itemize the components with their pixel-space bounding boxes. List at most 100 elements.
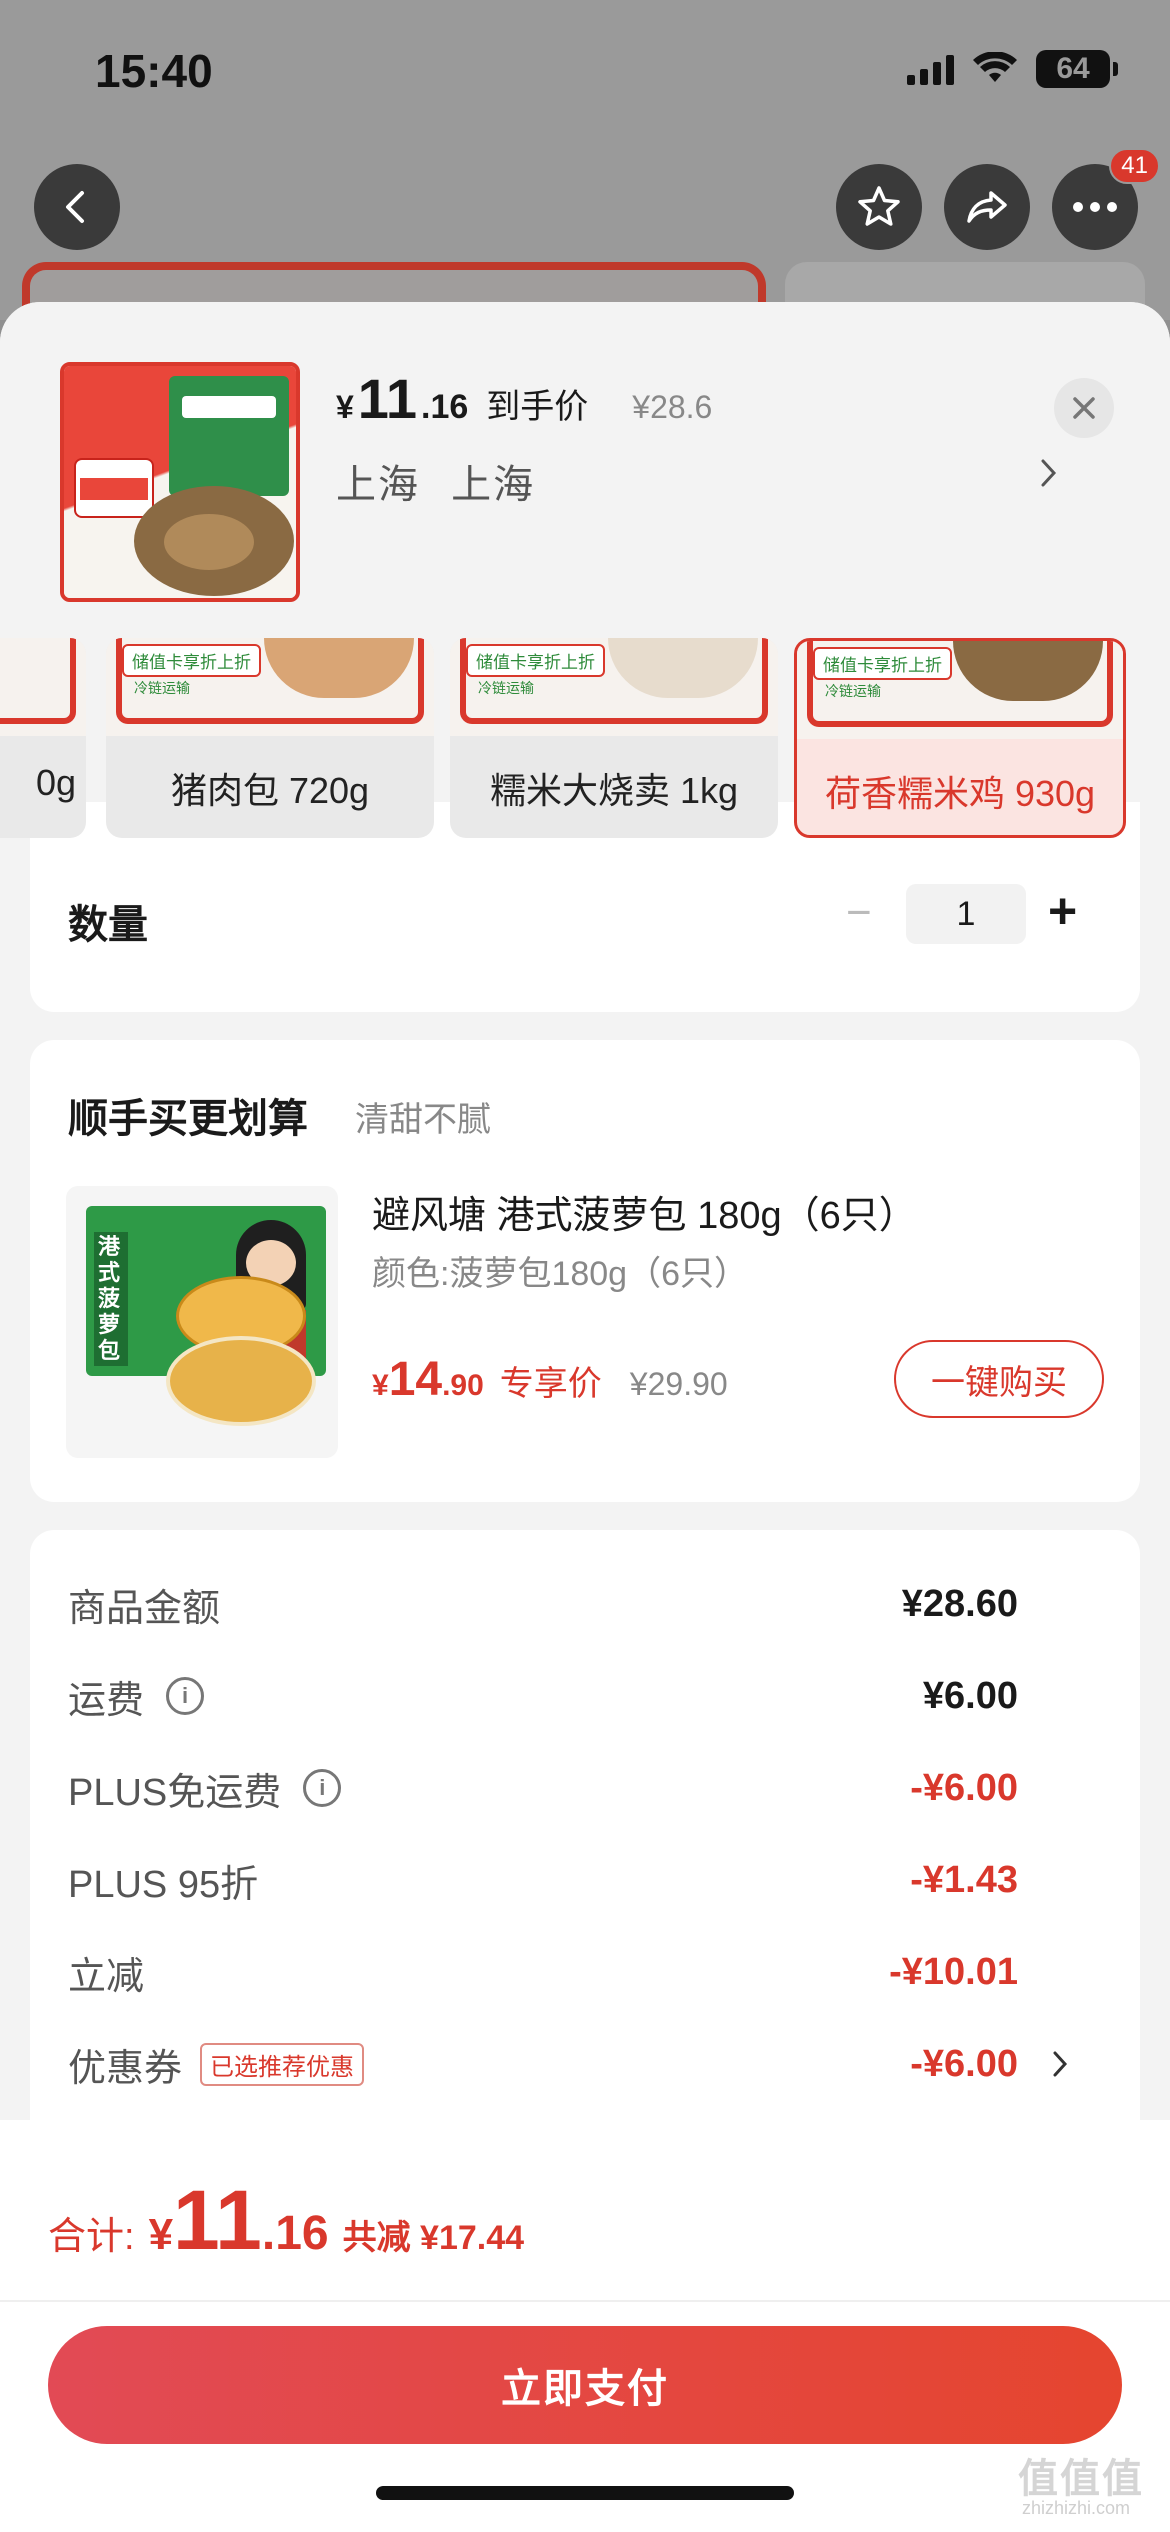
delivery-location[interactable]: 上海 上海 [336,452,535,510]
variant-tag: 储值卡享折上折 [466,644,605,677]
addon-price-label: 专享价 [499,1365,602,1403]
total-decimal: .16 [261,2207,329,2260]
addon-product-name[interactable]: 避风塘 港式菠萝包 180g（6只） [372,1184,917,1239]
addon-product-spec: 颜色:菠萝包180g（6只） [372,1255,748,1293]
quantity-label: 数量 [68,903,148,947]
close-button[interactable] [1054,378,1114,438]
addon-title: 顺手买更划算 [68,1097,308,1141]
pineapple-bun-base [166,1336,316,1426]
addon-price: ¥ 14 .90 专享价 ¥29.90 [372,1352,728,1407]
summary-row: PLUS 95折 -¥1.43 [68,1850,1108,1910]
star-icon [858,186,900,226]
variant-option[interactable]: 储值卡享折上折冷链运输 糯米大烧卖 1kg [450,638,778,838]
product-header: ¥ 11 .16 到手价 ¥28.6 上海 上海 [0,302,1170,638]
divider [0,2300,1170,2302]
variant-tag: 储值卡享折上折 [813,647,952,680]
watermark-url: zhizhizhi.com [1022,2498,1131,2518]
chevron-right-icon [1053,2051,1068,2077]
variant-option[interactable]: 储值卡享折上折冷链运输 猪肉包 720g [106,638,434,838]
variant-tag-2: 冷链运输 [134,680,190,696]
variant-label: 0g [35,762,76,803]
battery-icon: 64 [1036,50,1118,88]
summary-value: -¥6.00 [910,1766,1018,1809]
addon-product-image[interactable]: 港式菠萝包 [66,1186,338,1458]
addon-original-price: ¥29.90 [629,1366,728,1402]
coupon-row[interactable]: 优惠券 已选推荐优惠 -¥6.00 [68,2034,1108,2094]
favorite-button[interactable] [836,164,922,250]
quantity-decrease-button[interactable]: − [846,888,872,938]
pay-now-button[interactable]: 立即支付 [48,2326,1122,2444]
price-currency: ¥ [336,389,354,425]
summary-row: 商品金额 ¥28.60 [68,1574,1108,1634]
total-line: 合计: ¥ 11 .16 共减 ¥17.44 [48,2172,524,2269]
variant-image: 储值卡享折上折冷链运输 [106,638,434,736]
price-line: ¥ 11 .16 到手价 ¥28.6 [336,366,712,431]
notification-badge: 41 [1109,148,1160,184]
variant-tag: 储值卡享折上折 [122,644,261,677]
chevron-right-icon[interactable] [1040,458,1058,488]
status-time: 15:40 [95,45,213,97]
total-saved: 共减 ¥17.44 [342,2219,525,2257]
addon-price-decimal: .90 [442,1369,484,1402]
info-icon[interactable]: i [303,1769,342,1807]
status-bar: 15:40 64 [0,0,1170,140]
back-button[interactable] [34,164,120,250]
more-button[interactable]: 41 [1052,148,1160,250]
summary-value: -¥6.00 [910,2042,1018,2085]
total-label: 合计: [48,2216,135,2258]
purchase-sheet: ¥ 11 .16 到手价 ¥28.6 上海 上海 0g 储值卡享折上折冷链运输 … [0,302,1170,2532]
price-integer: 11 [357,367,417,430]
price-label: 到手价 [486,388,589,426]
variant-tag-2: 冷链运输 [825,683,881,699]
summary-row: 运费 i ¥6.00 [68,1666,1108,1726]
home-indicator[interactable] [376,2486,794,2500]
price-decimal: .16 [421,388,469,426]
share-icon [967,191,1007,223]
share-button[interactable] [944,164,1030,250]
addon-subtitle: 清甜不腻 [355,1101,491,1139]
addon-price-currency: ¥ [372,1369,389,1402]
summary-value: -¥10.01 [889,1950,1018,1993]
wifi-icon [973,52,1017,82]
addon-recommendation-card: 顺手买更划算 清甜不腻 港式菠萝包 避风塘 港式菠萝包 180g（6只） 颜色:… [30,1040,1140,1502]
variant-option-selected[interactable]: 储值卡享折上折冷链运输 荷香糯米鸡 930g [794,638,1126,838]
info-icon[interactable]: i [166,1677,205,1715]
summary-value: ¥28.60 [901,1582,1018,1625]
more-dots-icon [1073,202,1117,212]
signal-icon [907,53,954,85]
close-icon [1073,397,1095,419]
watermark-logo: 值值值 [1018,2457,1144,2501]
addon-package-text: 港式菠萝包 [94,1232,128,1366]
quantity-input[interactable]: 1 [906,884,1026,944]
total-currency: ¥ [148,2210,174,2259]
summary-label: PLUS 95折 [68,1863,259,1906]
variant-label: 猪肉包 720g [170,770,370,811]
checkout-bar: 合计: ¥ 11 .16 共减 ¥17.44 立即支付 [0,2120,1170,2532]
summary-label: 运费 i [68,1669,205,1724]
status-icons: 64 [907,50,1118,88]
summary-row: 立减 -¥10.01 [68,1942,1108,2002]
variant-tag-2: 冷链运输 [478,680,534,696]
summary-label: 优惠券 已选推荐优惠 [68,2037,365,2092]
summary-label: PLUS免运费 i [68,1761,342,1816]
one-click-buy-button[interactable]: 一键购买 [894,1340,1104,1418]
quantity-increase-button[interactable]: + [1048,882,1077,940]
variant-label: 荷香糯米鸡 930g [824,773,1096,814]
summary-label: 商品金额 [68,1587,221,1630]
variant-image: 储值卡享折上折冷链运输 [450,638,778,736]
summary-value: -¥1.43 [910,1858,1018,1901]
variant-option[interactable]: 0g [0,638,86,838]
summary-value: ¥6.00 [922,1674,1018,1717]
summary-row: PLUS免运费 i -¥6.00 [68,1758,1108,1818]
chevron-left-icon [66,191,84,223]
coupon-tag: 已选推荐优惠 [200,2042,365,2086]
addon-price-integer: 14 [388,1353,443,1406]
original-price: ¥28.6 [632,389,713,425]
variant-image: 储值卡享折上折冷链运输 [797,641,1123,739]
variant-label: 糯米大烧卖 1kg [489,770,739,811]
total-integer: 11 [173,2173,262,2267]
price-summary-card: 商品金额 ¥28.60 运费 i ¥6.00 PLUS免运费 i -¥6.00 PL… [30,1530,1140,2130]
product-thumbnail[interactable] [60,362,300,602]
summary-label: 立减 [68,1955,145,1998]
variant-list: 0g 储值卡享折上折冷链运输 猪肉包 720g 储值卡享折上折冷链运输 糯米大烧… [0,638,1170,838]
